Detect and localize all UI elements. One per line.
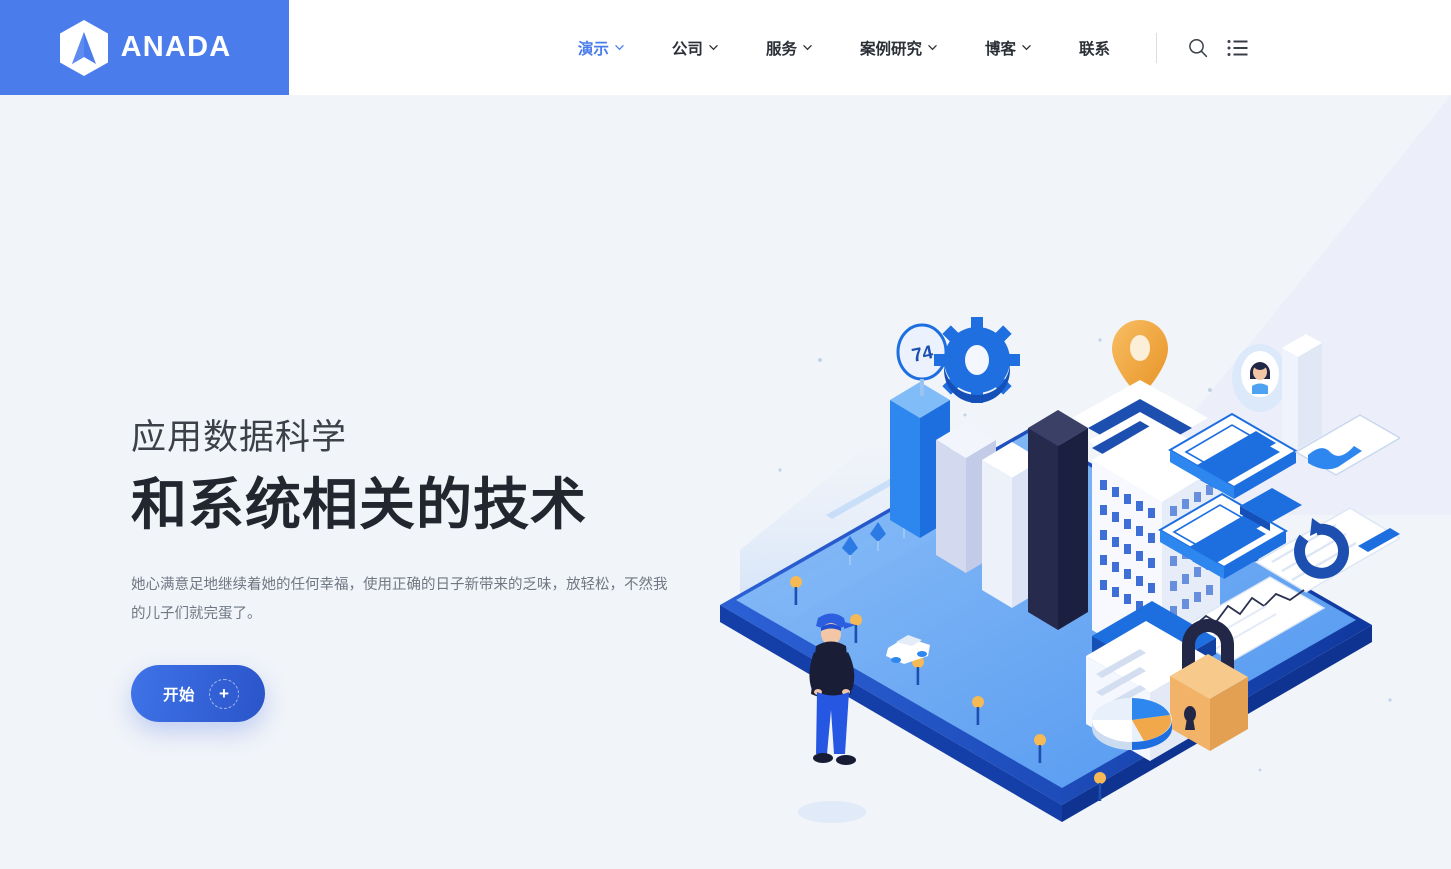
chevron-down-icon (1022, 43, 1031, 52)
page-root: ANADA 演示 公司 服务 案例研究 博客 联系 应用数据科学 和系统相关的技… (0, 0, 1451, 869)
brand-name: ANADA (120, 31, 232, 63)
nav-list: 演示 公司 服务 案例研究 博客 联系 (554, 31, 1255, 65)
start-button-label: 开始 (163, 686, 196, 704)
nav-item-case-studies[interactable]: 案例研究 (836, 37, 961, 59)
nav-item-company[interactable]: 公司 (648, 37, 742, 59)
list-menu-icon[interactable] (1221, 31, 1255, 65)
hero-section: 应用数据科学 和系统相关的技术 她心满意足地继续着她的任何幸福，使用正确的日子新… (131, 415, 691, 723)
site-header: ANADA 演示 公司 服务 案例研究 博客 联系 (0, 0, 1451, 95)
brand-logo[interactable]: ANADA (0, 0, 289, 95)
isometric-smart-city-data-platform: 74 (700, 300, 1400, 860)
pie-chart (1092, 698, 1172, 750)
nav-divider (1156, 32, 1157, 63)
nav-item-label: 联系 (1078, 40, 1110, 58)
chevron-down-icon (709, 43, 718, 52)
chevron-down-icon (928, 43, 937, 52)
chevron-down-icon (803, 43, 812, 52)
nav-item-label: 演示 (577, 40, 609, 58)
primary-navigation: 演示 公司 服务 案例研究 博客 联系 (289, 0, 1451, 95)
chevron-down-icon (615, 43, 624, 52)
nav-item-services[interactable]: 服务 (742, 37, 836, 59)
nav-item-label: 博客 (984, 40, 1016, 58)
gear-icon (934, 317, 1020, 403)
nav-item-blog[interactable]: 博客 (961, 37, 1055, 59)
hero-paragraph: 她心满意足地继续着她的任何幸福，使用正确的日子新带来的乏味，放轻松，不然我的儿子… (131, 577, 668, 623)
nav-item-contact[interactable]: 联系 (1055, 37, 1134, 59)
search-icon[interactable] (1181, 31, 1215, 65)
plus-icon: + (209, 678, 240, 709)
start-button[interactable]: 开始 + (131, 665, 266, 723)
avatar-bubble (1232, 344, 1288, 412)
nav-item-demo[interactable]: 演示 (554, 37, 648, 59)
nav-item-label: 服务 (765, 40, 797, 58)
pale-slab (1282, 334, 1322, 449)
hero-subtitle: 应用数据科学 (131, 418, 348, 457)
hexagon-a-logo-icon (58, 19, 110, 77)
nav-item-label: 案例研究 (859, 40, 922, 58)
nav-item-label: 公司 (671, 40, 703, 58)
page-title: 和系统相关的技术 (131, 472, 587, 536)
